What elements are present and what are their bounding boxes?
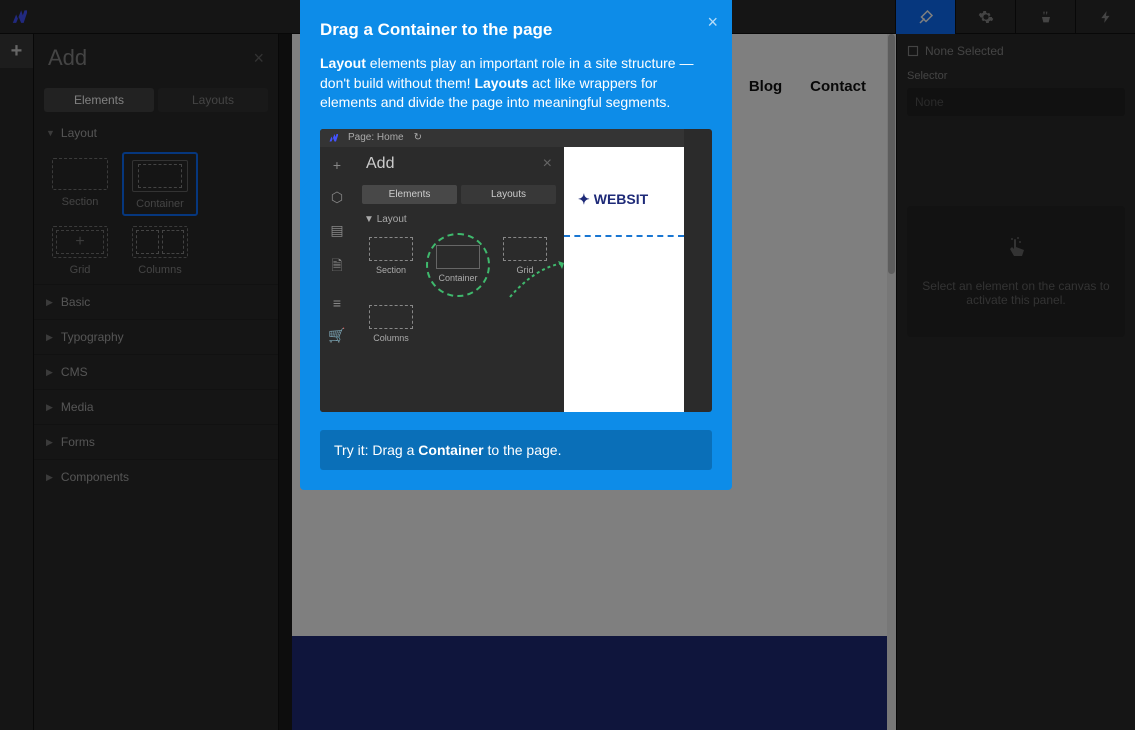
try-it-bar: Try it: Drag a Container to the page.	[320, 430, 712, 470]
cube-icon: ⬡	[331, 189, 343, 206]
cart-icon: 🛒	[328, 327, 345, 344]
popup-body: Layout elements play an important role i…	[320, 54, 712, 113]
plus-icon: +	[333, 157, 341, 173]
tutorial-preview-image: Page: Home ↻ + ⬡ ▤ 🗎 ≡ 🛒 Add× Elements L…	[320, 129, 712, 412]
tutorial-popup: × Drag a Container to the page Layout el…	[300, 0, 732, 490]
close-icon[interactable]: ×	[707, 12, 718, 33]
file-icon: 🗎	[331, 255, 342, 279]
page-icon: ▤	[330, 222, 343, 239]
popup-title: Drag a Container to the page	[320, 20, 712, 40]
db-icon: ≡	[333, 295, 341, 311]
